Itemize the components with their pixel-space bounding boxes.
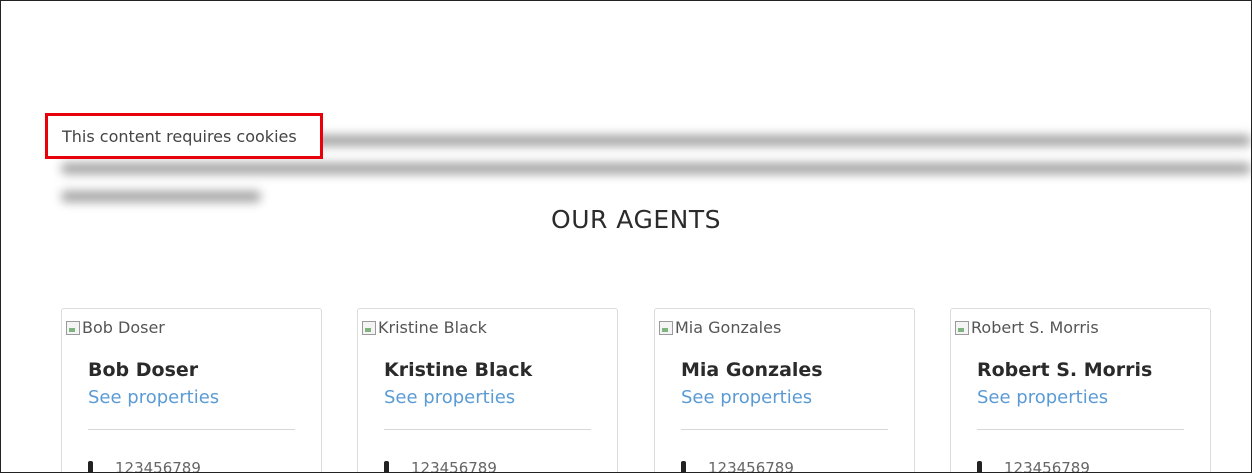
agent-photo-alt: Bob Doser: [82, 318, 165, 337]
phone-icon: [384, 461, 389, 472]
agent-phone-number: 123456789: [411, 459, 497, 473]
card-divider: [384, 429, 591, 430]
agent-card: Kristine Black Kristine Black See proper…: [357, 308, 618, 473]
agent-card: Robert S. Morris Robert S. Morris See pr…: [950, 308, 1211, 473]
agent-phone-number: 123456789: [1004, 459, 1090, 473]
broken-image-icon: [659, 320, 673, 335]
card-divider: [977, 429, 1184, 430]
phone-icon: [977, 461, 982, 472]
cookie-blocked-content: This content requires cookies: [45, 113, 1251, 209]
agent-photo: Bob Doser: [66, 318, 165, 337]
agent-photo-alt: Robert S. Morris: [971, 318, 1099, 337]
card-divider: [88, 429, 295, 430]
agent-name: Bob Doser: [88, 359, 199, 381]
agent-name: Mia Gonzales: [681, 359, 823, 381]
phone-icon: [681, 461, 686, 472]
agent-card: Mia Gonzales Mia Gonzales See properties…: [654, 308, 915, 473]
cookie-notice-text: This content requires cookies: [62, 126, 297, 146]
phone-icon: [88, 461, 93, 472]
agent-card: Bob Doser Bob Doser See properties 12345…: [61, 308, 322, 473]
agent-phone: 123456789: [384, 459, 497, 473]
see-properties-link[interactable]: See properties: [88, 387, 219, 408]
page-frame: This content requires cookies OUR AGENTS…: [0, 0, 1252, 473]
agent-photo-alt: Mia Gonzales: [675, 318, 782, 337]
broken-image-icon: [955, 320, 969, 335]
agent-phone-number: 123456789: [708, 459, 794, 473]
see-properties-link[interactable]: See properties: [384, 387, 515, 408]
agent-phone-number: 123456789: [115, 459, 201, 473]
agent-name: Robert S. Morris: [977, 359, 1153, 381]
agent-photo-alt: Kristine Black: [378, 318, 487, 337]
agent-phone: 123456789: [88, 459, 201, 473]
agent-phone: 123456789: [681, 459, 794, 473]
see-properties-link[interactable]: See properties: [681, 387, 812, 408]
broken-image-icon: [66, 320, 80, 335]
agent-photo: Robert S. Morris: [955, 318, 1099, 337]
agent-phone: 123456789: [977, 459, 1090, 473]
card-divider: [681, 429, 888, 430]
agent-name: Kristine Black: [384, 359, 533, 381]
section-title: OUR AGENTS: [551, 205, 721, 234]
see-properties-link[interactable]: See properties: [977, 387, 1108, 408]
agent-photo: Kristine Black: [362, 318, 487, 337]
cookie-notice[interactable]: This content requires cookies: [45, 113, 323, 159]
broken-image-icon: [362, 320, 376, 335]
agent-photo: Mia Gonzales: [659, 318, 781, 337]
